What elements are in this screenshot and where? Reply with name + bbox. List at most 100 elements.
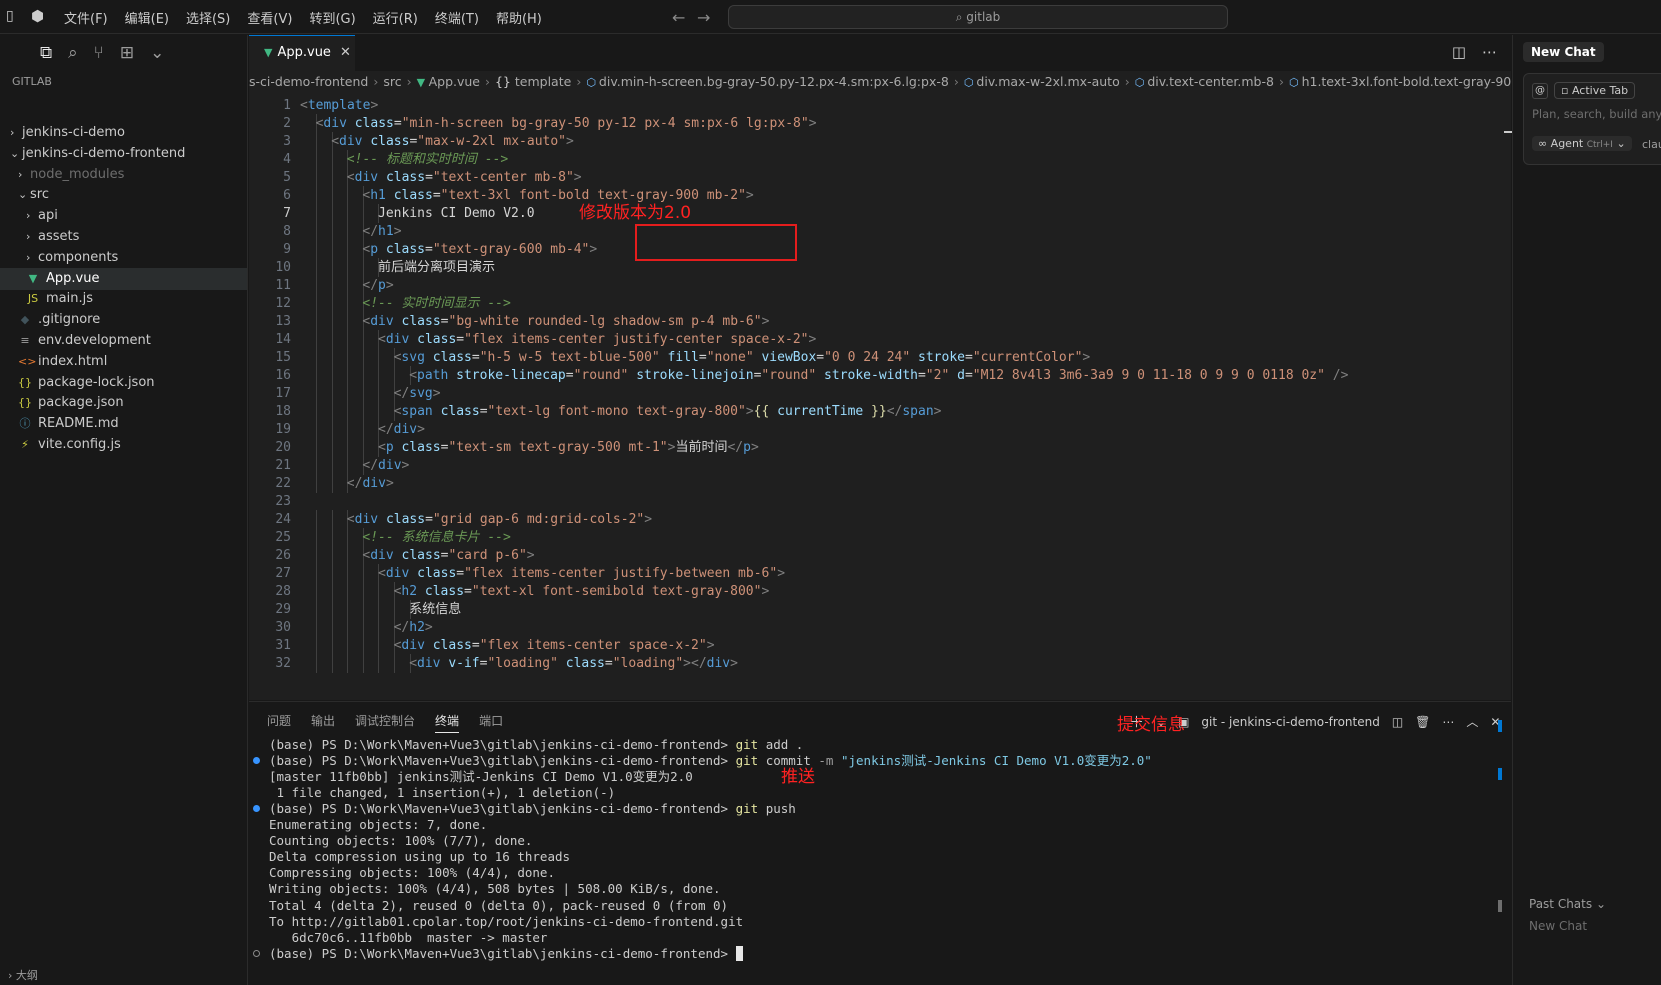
split-terminal-icon[interactable]: ◫	[1392, 715, 1403, 729]
mention-icon[interactable]: @	[1532, 83, 1548, 99]
breadcrumb-item[interactable]: App.vue	[429, 74, 480, 89]
breadcrumb-item[interactable]: s-ci-demo-frontend	[249, 74, 368, 89]
indent-guide	[331, 204, 333, 223]
file-item[interactable]: JS main.js	[0, 288, 247, 310]
menu-item[interactable]: 运行(R)	[373, 8, 418, 27]
chat-panel: New Chat @ ▫ Active Tab Plan, search, bu…	[1512, 35, 1661, 985]
explorer-icon[interactable]: ⧉	[40, 43, 52, 63]
folder-item[interactable]: ⌄ src	[0, 184, 247, 206]
code-line: 22 </div>	[249, 474, 1511, 493]
indent-guide	[347, 564, 349, 583]
indent-guide	[316, 618, 317, 637]
menu-item[interactable]: 终端(T)	[435, 8, 479, 27]
file-item[interactable]: ⓘ README.md	[0, 413, 247, 435]
terminal-scroll-marker	[1498, 720, 1502, 732]
maximize-panel-icon[interactable]: ︿	[1466, 713, 1478, 730]
command-status-dot-icon[interactable]	[253, 949, 260, 957]
code-text: <h1 class="text-3xl font-bold text-gray-…	[362, 188, 754, 203]
file-item[interactable]: ≡ env.development	[0, 330, 247, 352]
back-arrow-icon[interactable]: ←	[672, 8, 685, 27]
line-number: 24	[275, 512, 291, 527]
breadcrumb-item[interactable]: div.max-w-2xl.mx-auto	[976, 74, 1119, 89]
indent-guide	[394, 654, 395, 673]
more-actions-icon[interactable]: ⋯	[1442, 715, 1454, 729]
line-number: 31	[275, 638, 291, 653]
terminal-scroll-marker	[1498, 900, 1502, 912]
indent-guide	[316, 384, 317, 403]
new-chat-tab[interactable]: New Chat	[1523, 42, 1604, 62]
panel-tab[interactable]: 调试控制台	[355, 712, 415, 733]
terminal-name[interactable]: git - jenkins-ci-demo-frontend	[1201, 715, 1379, 729]
explorer-section-title[interactable]: GITLAB	[12, 75, 52, 88]
forward-arrow-icon[interactable]: →	[697, 8, 710, 27]
code-line: 30 </h2>	[249, 618, 1511, 637]
menu-item[interactable]: 编辑(E)	[125, 8, 169, 27]
code-text: <path stroke-linecap="round" stroke-line…	[409, 368, 1349, 383]
indent-guide	[362, 600, 364, 619]
close-icon[interactable]: ✕	[340, 45, 351, 60]
more-actions-icon[interactable]: ⋯	[1482, 43, 1497, 61]
breadcrumb-item[interactable]: h1.text-3xl.font-bold.text-gray-900.mb-2	[1302, 74, 1511, 89]
menu-item[interactable]: 文件(F)	[64, 8, 108, 27]
indent-guide	[316, 348, 317, 367]
command-status-dot-icon[interactable]	[253, 757, 260, 765]
chat-input-box[interactable]: @ ▫ Active Tab Plan, search, build anyth…	[1523, 73, 1661, 165]
active-tab-chip[interactable]: ▫ Active Tab	[1554, 82, 1636, 99]
breadcrumb-item[interactable]: div.min-h-screen.bg-gray-50.py-12.px-4.s…	[599, 74, 949, 89]
indent-guide	[347, 402, 349, 421]
sidebar-toggle-icon[interactable]: ▯	[6, 8, 14, 24]
past-chats-toggle[interactable]: Past Chats ⌄	[1529, 897, 1606, 911]
model-selector[interactable]: claude	[1642, 138, 1661, 151]
source-control-icon[interactable]: ⑂	[94, 43, 104, 63]
indent-guide	[378, 654, 380, 673]
menu-item[interactable]: 帮助(H)	[496, 8, 542, 27]
panel-tab[interactable]: 输出	[311, 712, 335, 733]
split-editor-icon[interactable]: ◫	[1452, 43, 1466, 61]
file-item[interactable]: ⚡ vite.config.js	[0, 434, 247, 456]
file-item[interactable]: ▼ App.vue	[0, 267, 247, 290]
search-icon[interactable]: ⌕	[68, 43, 78, 63]
code-line: 29 系统信息	[249, 600, 1511, 619]
code-view[interactable]: 1 <template> 2 <div class="min-h-screen bg-…	[249, 93, 1511, 700]
folder-item[interactable]: › api	[0, 205, 247, 227]
folder-item[interactable]: › components	[0, 247, 247, 269]
panel-tab[interactable]: 终端	[435, 712, 460, 733]
folder-item[interactable]: › assets	[0, 226, 247, 248]
command-search-input[interactable]: ⌕ gitlab	[728, 5, 1228, 29]
file-item[interactable]: ◆ .gitignore	[0, 309, 247, 331]
indent-guide	[316, 222, 317, 241]
agent-mode-button[interactable]: ∞ Agent Ctrl+I ⌄	[1532, 136, 1632, 151]
menu-item[interactable]: 转到(G)	[309, 8, 355, 27]
indent-guide	[316, 150, 317, 169]
tab-app-vue[interactable]: ▼ App.vue ✕	[249, 35, 355, 71]
command-status-dot-icon[interactable]	[253, 805, 260, 813]
terminal-line: 1 file changed, 1 insertion(+), 1 deleti…	[269, 785, 616, 801]
trash-icon[interactable]: 🗑	[1415, 715, 1430, 729]
past-chat-item[interactable]: New Chat	[1529, 919, 1587, 933]
indent-guide	[316, 546, 317, 565]
file-item[interactable]: {} package-lock.json	[0, 372, 247, 394]
code-line: 21 </div>	[249, 456, 1511, 475]
tree-item-label: README.md	[38, 416, 119, 432]
extensions-icon[interactable]: ⊞	[120, 43, 134, 63]
file-icon: ▫	[1561, 84, 1572, 97]
chevron-down-icon[interactable]: ⌄	[150, 43, 164, 63]
file-item[interactable]: {} package.json	[0, 392, 247, 414]
indent-guide	[316, 528, 317, 547]
breadcrumb-item[interactable]: div.text-center.mb-8	[1147, 74, 1274, 89]
menu-item[interactable]: 选择(S)	[186, 8, 230, 27]
menu-item[interactable]: 查看(V)	[247, 8, 292, 27]
folder-item[interactable]: › node_modules	[0, 164, 247, 186]
breadcrumb-item[interactable]: src	[383, 74, 401, 89]
breadcrumb-item[interactable]: template	[515, 74, 571, 89]
indent-guide	[316, 258, 317, 277]
folder-item[interactable]: ⌄ jenkins-ci-demo-frontend	[0, 143, 247, 165]
file-item[interactable]: <> index.html	[0, 351, 247, 373]
terminal-line: 6dc70c6..11fb0bb master -> master	[269, 929, 548, 945]
tree-item-label: .gitignore	[38, 312, 101, 328]
outline-section[interactable]: › 大纲	[8, 967, 38, 983]
code-text: <div class="grid gap-6 md:grid-cols-2">	[346, 512, 653, 527]
panel-tab[interactable]: 问题	[267, 712, 291, 733]
panel-tab[interactable]: 端口	[479, 712, 503, 733]
folder-item[interactable]: › jenkins-ci-demo	[0, 122, 247, 144]
